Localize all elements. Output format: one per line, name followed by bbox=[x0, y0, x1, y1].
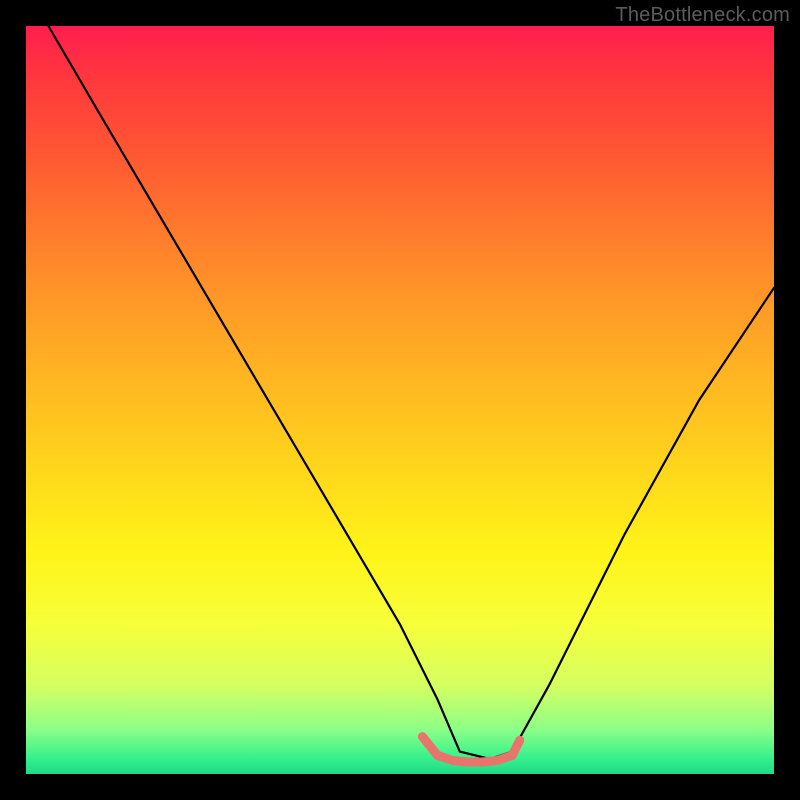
highlight-curve-path bbox=[422, 737, 519, 762]
chart-plot-area bbox=[26, 26, 774, 774]
attribution-text: TheBottleneck.com bbox=[615, 4, 790, 27]
main-curve-path bbox=[48, 26, 774, 759]
chart-svg bbox=[26, 26, 774, 774]
